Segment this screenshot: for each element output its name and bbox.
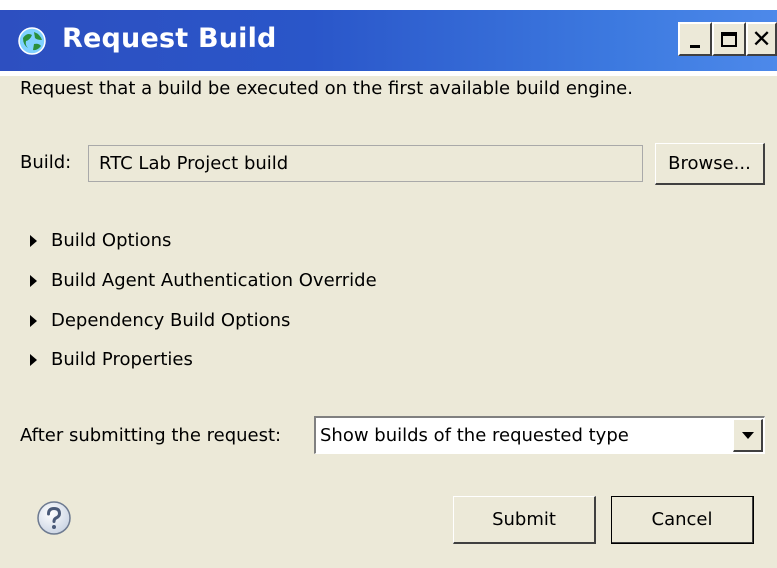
expand-arrow-icon — [30, 314, 37, 327]
expand-arrow-icon — [30, 274, 37, 287]
section-label: Build Options — [51, 230, 172, 251]
cancel-button[interactable]: Cancel — [611, 496, 754, 544]
submit-button[interactable]: Submit — [453, 496, 596, 544]
section-build-agent-authentication-override[interactable]: Build Agent Authentication Override — [30, 270, 377, 291]
request-build-dialog: Request Build ✕ Request that a build be … — [0, 0, 777, 568]
expand-arrow-icon — [30, 234, 37, 247]
browse-button[interactable]: Browse... — [655, 143, 765, 185]
build-field: RTC Lab Project build — [88, 145, 643, 182]
after-submit-label: After submitting the request: — [20, 425, 282, 446]
title-bar[interactable]: Request Build ✕ — [0, 0, 777, 76]
section-label: Dependency Build Options — [51, 310, 291, 331]
after-submit-dropdown[interactable]: Show builds of the requested type — [314, 416, 765, 454]
close-icon: ✕ — [751, 25, 772, 53]
maximize-icon — [721, 31, 737, 47]
expand-arrow-icon — [30, 353, 37, 366]
section-label: Build Agent Authentication Override — [51, 270, 377, 291]
after-submit-selected-value: Show builds of the requested type — [320, 425, 629, 446]
globe-icon — [18, 27, 46, 55]
minimize-button[interactable] — [678, 22, 712, 56]
chevron-down-icon — [741, 431, 754, 439]
section-build-options[interactable]: Build Options — [30, 230, 171, 251]
help-icon[interactable] — [36, 500, 72, 536]
build-field-value: RTC Lab Project build — [99, 153, 289, 174]
section-dependency-build-options[interactable]: Dependency Build Options — [30, 310, 290, 331]
dialog-description: Request that a build be executed on the … — [20, 78, 633, 99]
section-build-properties[interactable]: Build Properties — [30, 349, 193, 370]
close-button[interactable]: ✕ — [746, 22, 777, 56]
maximize-button[interactable] — [712, 22, 746, 56]
dropdown-arrow-button[interactable] — [733, 419, 763, 452]
build-label: Build: — [20, 152, 72, 173]
window-title: Request Build — [62, 23, 277, 54]
minimize-icon — [690, 44, 700, 48]
section-label: Build Properties — [51, 349, 193, 370]
